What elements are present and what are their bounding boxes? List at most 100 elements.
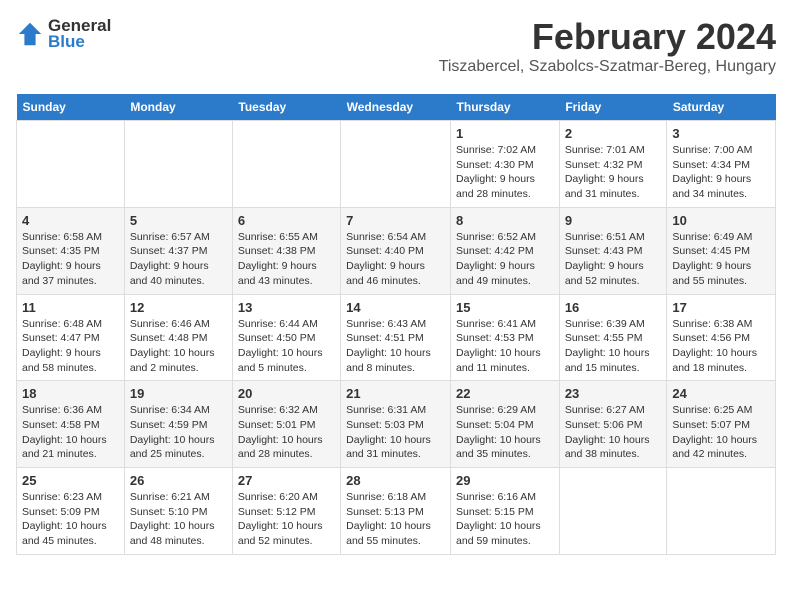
day-number: 22 <box>456 386 554 401</box>
day-info: Sunrise: 6:32 AMSunset: 5:01 PMDaylight:… <box>238 403 335 462</box>
calendar-cell <box>124 121 232 208</box>
day-info: Sunrise: 6:36 AMSunset: 4:58 PMDaylight:… <box>22 403 119 462</box>
day-info: Sunrise: 6:46 AMSunset: 4:48 PMDaylight:… <box>130 317 227 376</box>
calendar-cell: 12Sunrise: 6:46 AMSunset: 4:48 PMDayligh… <box>124 294 232 381</box>
calendar-cell: 25 Sunrise: 6:23 AMSunset: 5:09 PMDayligh… <box>17 468 125 555</box>
day-info: Sunrise: 6:31 AMSunset: 5:03 PMDaylight:… <box>346 403 445 462</box>
day-info: Sunrise: 6:29 AMSunset: 5:04 PMDaylight:… <box>456 403 554 462</box>
day-info: Sunrise: 7:01 AMSunset: 4:32 PMDaylight:… <box>565 143 662 202</box>
calendar-cell: 6Sunrise: 6:55 AMSunset: 4:38 PMDaylight… <box>232 207 340 294</box>
day-number: 6 <box>238 213 335 228</box>
day-info: Sunrise: 6:18 AMSunset: 5:13 PMDaylight:… <box>346 490 445 549</box>
day-number: 10 <box>672 213 770 228</box>
day-info: Sunrise: 6:54 AMSunset: 4:40 PMDaylight:… <box>346 230 445 289</box>
day-number: 11 <box>22 300 119 315</box>
calendar-cell: 10 Sunrise: 6:49 AMSunset: 4:45 PMDayligh… <box>667 207 776 294</box>
calendar-cell: 3 Sunrise: 7:00 AMSunset: 4:34 PMDaylight… <box>667 121 776 208</box>
column-header-monday: Monday <box>124 94 232 121</box>
calendar-cell <box>17 121 125 208</box>
day-number: 23 <box>565 386 662 401</box>
day-number: 3 <box>672 126 770 141</box>
day-info: Sunrise: 6:39 AMSunset: 4:55 PMDaylight:… <box>565 317 662 376</box>
day-number: 28 <box>346 473 445 488</box>
calendar-cell: 27 Sunrise: 6:20 AMSunset: 5:12 PMDayligh… <box>232 468 340 555</box>
day-info: Sunrise: 6:48 AMSunset: 4:47 PMDaylight:… <box>22 317 119 376</box>
calendar-cell: 15 Sunrise: 6:41 AMSunset: 4:53 PMDayligh… <box>451 294 560 381</box>
day-info: Sunrise: 6:38 AMSunset: 4:56 PMDaylight:… <box>672 317 770 376</box>
day-number: 29 <box>456 473 554 488</box>
calendar-cell <box>232 121 340 208</box>
calendar-week-row: 18 Sunrise: 6:36 AMSunset: 4:58 PMDayligh… <box>17 381 776 468</box>
day-info: Sunrise: 6:43 AMSunset: 4:51 PMDaylight:… <box>346 317 445 376</box>
day-number: 14 <box>346 300 445 315</box>
day-number: 25 <box>22 473 119 488</box>
day-number: 7 <box>346 213 445 228</box>
column-header-sunday: Sunday <box>17 94 125 121</box>
day-number: 26 <box>130 473 227 488</box>
day-info: Sunrise: 6:34 AMSunset: 4:59 PMDaylight:… <box>130 403 227 462</box>
calendar-week-row: 1 Sunrise: 7:02 AMSunset: 4:30 PMDaylight… <box>17 121 776 208</box>
day-number: 9 <box>565 213 662 228</box>
calendar-cell: 2 Sunrise: 7:01 AMSunset: 4:32 PMDaylight… <box>559 121 667 208</box>
day-number: 21 <box>346 386 445 401</box>
calendar-cell: 13 Sunrise: 6:44 AMSunset: 4:50 PMDayligh… <box>232 294 340 381</box>
day-number: 27 <box>238 473 335 488</box>
calendar-cell: 16 Sunrise: 6:39 AMSunset: 4:55 PMDayligh… <box>559 294 667 381</box>
day-info: Sunrise: 6:44 AMSunset: 4:50 PMDaylight:… <box>238 317 335 376</box>
day-info: Sunrise: 6:49 AMSunset: 4:45 PMDaylight:… <box>672 230 770 289</box>
calendar-week-row: 4 Sunrise: 6:58 AMSunset: 4:35 PMDaylight… <box>17 207 776 294</box>
calendar-cell: 8 Sunrise: 6:52 AMSunset: 4:42 PMDaylight… <box>451 207 560 294</box>
day-info: Sunrise: 6:16 AMSunset: 5:15 PMDaylight:… <box>456 490 554 549</box>
calendar-cell: 26 Sunrise: 6:21 AMSunset: 5:10 PMDayligh… <box>124 468 232 555</box>
day-info: Sunrise: 7:00 AMSunset: 4:34 PMDaylight:… <box>672 143 770 202</box>
day-info: Sunrise: 6:41 AMSunset: 4:53 PMDaylight:… <box>456 317 554 376</box>
day-info: Sunrise: 6:27 AMSunset: 5:06 PMDaylight:… <box>565 403 662 462</box>
calendar-cell: 5Sunrise: 6:57 AMSunset: 4:37 PMDaylight… <box>124 207 232 294</box>
day-number: 16 <box>565 300 662 315</box>
title-block: February 2024 Tiszabercel, Szabolcs-Szat… <box>439 16 776 84</box>
day-number: 18 <box>22 386 119 401</box>
day-number: 1 <box>456 126 554 141</box>
day-info: Sunrise: 6:20 AMSunset: 5:12 PMDaylight:… <box>238 490 335 549</box>
calendar-cell: 22 Sunrise: 6:29 AMSunset: 5:04 PMDayligh… <box>451 381 560 468</box>
main-title: February 2024 <box>439 16 776 58</box>
calendar-table: SundayMondayTuesdayWednesdayThursdayFrid… <box>16 94 776 555</box>
sub-title: Tiszabercel, Szabolcs-Szatmar-Bereg, Hun… <box>439 58 776 76</box>
calendar-cell: 23 Sunrise: 6:27 AMSunset: 5:06 PMDayligh… <box>559 381 667 468</box>
column-header-saturday: Saturday <box>667 94 776 121</box>
calendar-week-row: 11 Sunrise: 6:48 AMSunset: 4:47 PMDayligh… <box>17 294 776 381</box>
calendar-cell: 28 Sunrise: 6:18 AMSunset: 5:13 PMDayligh… <box>341 468 451 555</box>
calendar-header-row: SundayMondayTuesdayWednesdayThursdayFrid… <box>17 94 776 121</box>
day-number: 17 <box>672 300 770 315</box>
day-number: 15 <box>456 300 554 315</box>
day-info: Sunrise: 6:21 AMSunset: 5:10 PMDaylight:… <box>130 490 227 549</box>
day-number: 13 <box>238 300 335 315</box>
calendar-body: 1 Sunrise: 7:02 AMSunset: 4:30 PMDaylight… <box>17 121 776 555</box>
column-header-wednesday: Wednesday <box>341 94 451 121</box>
calendar-week-row: 25 Sunrise: 6:23 AMSunset: 5:09 PMDayligh… <box>17 468 776 555</box>
day-info: Sunrise: 7:02 AMSunset: 4:30 PMDaylight:… <box>456 143 554 202</box>
calendar-cell: 18 Sunrise: 6:36 AMSunset: 4:58 PMDayligh… <box>17 381 125 468</box>
column-header-tuesday: Tuesday <box>232 94 340 121</box>
day-number: 2 <box>565 126 662 141</box>
calendar-cell: 21 Sunrise: 6:31 AMSunset: 5:03 PMDayligh… <box>341 381 451 468</box>
day-info: Sunrise: 6:52 AMSunset: 4:42 PMDaylight:… <box>456 230 554 289</box>
calendar-cell <box>559 468 667 555</box>
day-number: 20 <box>238 386 335 401</box>
calendar-cell: 1 Sunrise: 7:02 AMSunset: 4:30 PMDaylight… <box>451 121 560 208</box>
day-number: 5 <box>130 213 227 228</box>
calendar-cell: 17 Sunrise: 6:38 AMSunset: 4:56 PMDayligh… <box>667 294 776 381</box>
logo-icon <box>16 20 44 48</box>
calendar-cell <box>341 121 451 208</box>
calendar-cell: 29 Sunrise: 6:16 AMSunset: 5:15 PMDayligh… <box>451 468 560 555</box>
calendar-cell: 7 Sunrise: 6:54 AMSunset: 4:40 PMDaylight… <box>341 207 451 294</box>
calendar-cell: 19Sunrise: 6:34 AMSunset: 4:59 PMDayligh… <box>124 381 232 468</box>
day-info: Sunrise: 6:51 AMSunset: 4:43 PMDaylight:… <box>565 230 662 289</box>
calendar-cell: 11 Sunrise: 6:48 AMSunset: 4:47 PMDayligh… <box>17 294 125 381</box>
day-number: 24 <box>672 386 770 401</box>
day-number: 4 <box>22 213 119 228</box>
day-info: Sunrise: 6:23 AMSunset: 5:09 PMDaylight:… <box>22 490 119 549</box>
day-number: 8 <box>456 213 554 228</box>
calendar-cell: 9 Sunrise: 6:51 AMSunset: 4:43 PMDaylight… <box>559 207 667 294</box>
day-info: Sunrise: 6:58 AMSunset: 4:35 PMDaylight:… <box>22 230 119 289</box>
